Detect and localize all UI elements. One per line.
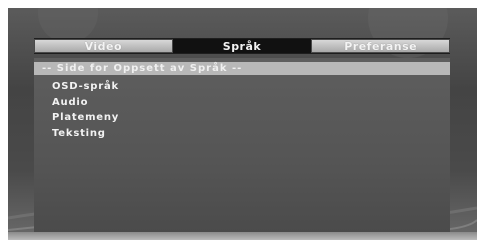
- tv-screen: Video Språk Preferanse -- Side for Oppse…: [8, 8, 477, 240]
- page-header: -- Side for Oppsett av Språk --: [34, 62, 450, 75]
- tab-video-label: Video: [84, 39, 123, 53]
- settings-panel: -- Side for Oppsett av Språk -- OSD-språ…: [34, 58, 450, 232]
- tab-video[interactable]: Video: [34, 39, 173, 53]
- tab-bar: Video Språk Preferanse: [34, 38, 451, 54]
- menu-item-osd-language[interactable]: OSD-språk: [52, 79, 119, 95]
- menu-item-disc-menu[interactable]: Platemeny: [52, 110, 119, 126]
- tab-language-label: Språk: [222, 39, 262, 53]
- language-menu: OSD-språk Audio Platemeny Teksting: [52, 79, 119, 141]
- menu-item-subtitles[interactable]: Teksting: [52, 126, 119, 142]
- menu-item-audio[interactable]: Audio: [52, 95, 119, 111]
- tab-language[interactable]: Språk: [172, 39, 312, 53]
- tab-preferences[interactable]: Preferanse: [311, 39, 451, 53]
- bottom-bar: [8, 232, 477, 240]
- tab-preferences-label: Preferanse: [344, 39, 418, 53]
